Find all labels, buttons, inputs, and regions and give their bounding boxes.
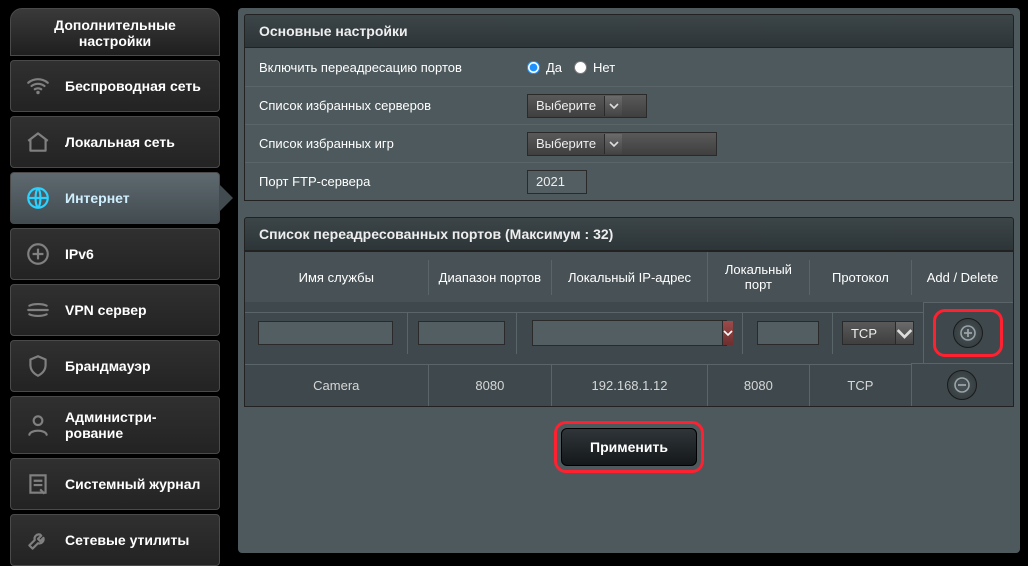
sidebar-item-admin[interactable]: Администри-рование bbox=[10, 396, 220, 454]
sidebar-item-label: Администри-рование bbox=[65, 409, 205, 441]
house-icon bbox=[25, 129, 51, 155]
sidebar-item-nettools[interactable]: Сетевые утилиты bbox=[10, 514, 220, 566]
sidebar-item-ipv6[interactable]: IPv6 bbox=[10, 228, 220, 280]
sidebar-item-label: Интернет bbox=[65, 190, 130, 206]
sidebar-item-firewall[interactable]: Брандмауэр bbox=[10, 340, 220, 392]
input-ftp-port[interactable] bbox=[527, 170, 587, 194]
chevron-down-icon bbox=[604, 134, 622, 154]
sidebar-item-label: Брандмауэр bbox=[65, 358, 151, 374]
forward-table-head: Имя службы Диапазон портов Локальный IP-… bbox=[245, 251, 1013, 302]
row-favorite-servers: Список избранных серверов Выберите bbox=[245, 86, 1013, 124]
vpn-icon bbox=[25, 297, 51, 323]
log-icon bbox=[25, 471, 51, 497]
globe-icon bbox=[25, 185, 51, 211]
col-service: Имя службы bbox=[245, 260, 428, 295]
wrench-icon bbox=[25, 527, 51, 553]
row-enable-forwarding: Включить переадресацию портов Да Нет bbox=[245, 48, 1013, 86]
shield-icon bbox=[25, 353, 51, 379]
sidebar-item-label: VPN сервер bbox=[65, 302, 147, 318]
cell-proto: TCP bbox=[809, 364, 911, 406]
radio-no[interactable] bbox=[574, 61, 587, 74]
select-favorite-games[interactable]: Выберите bbox=[527, 132, 717, 156]
sidebar-item-label: Беспроводная сеть bbox=[65, 78, 201, 94]
highlight-apply: Применить bbox=[554, 421, 704, 473]
sidebar-title: Дополнительные настройки bbox=[10, 8, 220, 56]
col-range: Диапазон портов bbox=[428, 260, 552, 295]
cell-service: Camera bbox=[245, 364, 428, 406]
cell-ip: 192.168.1.12 bbox=[551, 364, 707, 406]
label-enable-forwarding: Включить переадресацию портов bbox=[259, 60, 527, 75]
row-ftp-port: Порт FTP-сервера bbox=[245, 162, 1013, 200]
sidebar-item-vpn[interactable]: VPN сервер bbox=[10, 284, 220, 336]
row-favorite-games: Список избранных игр Выберите bbox=[245, 124, 1013, 162]
basic-section-title: Основные настройки bbox=[244, 14, 1014, 48]
select-proto-value: TCP bbox=[851, 326, 877, 341]
input-range[interactable] bbox=[418, 321, 505, 345]
chevron-down-icon[interactable] bbox=[722, 321, 733, 345]
label-favorite-games: Список избранных игр bbox=[259, 136, 527, 151]
sidebar-item-lan[interactable]: Локальная сеть bbox=[10, 116, 220, 168]
sidebar-item-label: Системный журнал bbox=[65, 476, 200, 492]
input-ip-wrap[interactable] bbox=[532, 320, 728, 346]
label-favorite-servers: Список избранных серверов bbox=[259, 98, 527, 113]
chevron-down-icon bbox=[895, 322, 913, 344]
forward-table: Имя службы Диапазон портов Локальный IP-… bbox=[244, 251, 1014, 407]
table-row: Camera 8080 192.168.1.12 8080 TCP bbox=[245, 363, 1013, 406]
forward-input-row: TCP bbox=[245, 302, 1013, 363]
col-ip: Локальный IP-адрес bbox=[551, 260, 707, 295]
input-port[interactable] bbox=[757, 321, 819, 345]
forward-section-title: Список переадресованных портов (Максимум… bbox=[244, 217, 1014, 251]
sidebar-item-label: IPv6 bbox=[65, 246, 94, 262]
col-action: Add / Delete bbox=[911, 260, 1013, 295]
radio-yes-label: Да bbox=[546, 60, 562, 75]
sidebar: Дополнительные настройки Беспроводная се… bbox=[10, 8, 220, 553]
select-value: Выберите bbox=[536, 98, 596, 113]
cell-range: 8080 bbox=[428, 364, 552, 406]
select-value: Выберите bbox=[536, 136, 596, 151]
select-proto[interactable]: TCP bbox=[842, 321, 914, 345]
cell-port: 8080 bbox=[707, 364, 809, 406]
sidebar-item-wireless[interactable]: Беспроводная сеть bbox=[10, 60, 220, 112]
col-proto: Протокол bbox=[809, 260, 911, 295]
apply-button[interactable]: Применить bbox=[561, 428, 697, 466]
user-icon bbox=[25, 412, 51, 438]
radio-yes[interactable] bbox=[527, 61, 540, 74]
radio-no-label: Нет bbox=[593, 60, 615, 75]
sidebar-item-syslog[interactable]: Системный журнал bbox=[10, 458, 220, 510]
delete-button[interactable] bbox=[947, 370, 977, 400]
sidebar-item-label: Сетевые утилиты bbox=[65, 532, 189, 548]
input-service[interactable] bbox=[258, 321, 393, 345]
add-button[interactable] bbox=[953, 318, 983, 348]
input-ip[interactable] bbox=[533, 321, 722, 345]
sidebar-item-label: Локальная сеть bbox=[65, 134, 175, 150]
chevron-down-icon bbox=[604, 96, 622, 116]
select-favorite-servers[interactable]: Выберите bbox=[527, 94, 647, 118]
main-panel: Основные настройки Включить переадресаци… bbox=[238, 8, 1020, 553]
highlight-add bbox=[933, 309, 1003, 357]
basic-settings: Включить переадресацию портов Да Нет Спи… bbox=[244, 48, 1014, 201]
wifi-icon bbox=[25, 73, 51, 99]
col-port: Локальный порт bbox=[707, 252, 809, 302]
sidebar-item-internet[interactable]: Интернет bbox=[10, 172, 220, 224]
label-ftp-port: Порт FTP-сервера bbox=[259, 174, 527, 189]
ipv6-icon bbox=[25, 241, 51, 267]
